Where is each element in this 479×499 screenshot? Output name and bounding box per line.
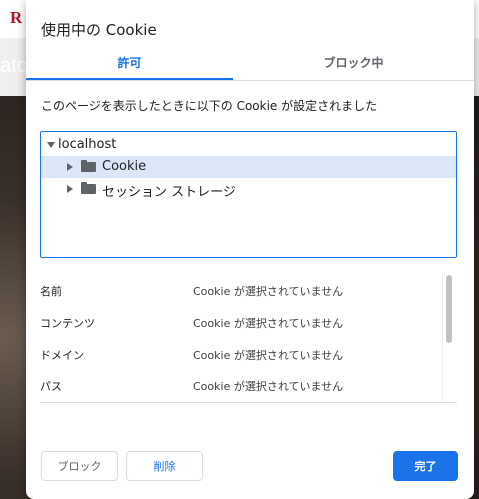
tree-node-label: セッション ストレージ [102,185,236,200]
tree-node-label: localhost [58,137,117,152]
tree-node-session-storage[interactable]: セッション ストレージ [41,178,456,200]
dialog-title: 使用中の Cookie [41,21,157,39]
detail-value: Cookie が選択されていません [193,380,344,393]
expand-down-icon[interactable] [47,142,55,148]
tree-node-cookie[interactable]: Cookie [41,156,456,178]
detail-row-path: パス Cookie が選択されていません [40,378,440,398]
tab-bar: 許可 ブロック中 [26,52,474,81]
folder-icon [81,182,96,194]
detail-label: コンテンツ [40,317,95,330]
expand-right-icon[interactable] [67,163,73,171]
detail-row-name: 名前 Cookie が選択されていません [40,283,440,303]
details-scrollbar[interactable] [446,275,452,343]
detail-label: 名前 [40,285,62,298]
delete-button[interactable]: 削除 [126,451,203,481]
detail-row-domain: ドメイン Cookie が選択されていません [40,347,440,367]
site-logo: R [10,8,23,27]
tree-node-label: Cookie [102,159,147,174]
detail-label: パス [40,380,62,393]
detail-label: ドメイン [40,349,84,362]
cookie-tree[interactable]: localhost Cookie セッション ストレージ [40,131,457,258]
detail-value: Cookie が選択されていません [193,349,344,362]
cookies-in-use-dialog: 使用中の Cookie 許可 ブロック中 このページを表示したときに以下の Co… [26,0,474,499]
detail-value: Cookie が選択されていません [193,285,344,298]
tab-blocked[interactable]: ブロック中 [233,52,474,80]
detail-row-content: コンテンツ Cookie が選択されていません [40,315,440,335]
folder-icon [81,160,96,172]
background-partial-text: atc [0,55,27,77]
detail-value: Cookie が選択されていません [193,317,344,330]
dialog-description: このページを表示したときに以下の Cookie が設定されました [41,99,378,113]
block-button[interactable]: ブロック [41,451,118,481]
tree-node-localhost[interactable]: localhost [41,134,456,156]
cookie-details: 名前 Cookie が選択されていません コンテンツ Cookie が選択されて… [40,272,457,403]
done-button[interactable]: 完了 [393,451,458,481]
expand-right-icon[interactable] [67,185,73,193]
tab-allowed[interactable]: 許可 [26,52,233,80]
